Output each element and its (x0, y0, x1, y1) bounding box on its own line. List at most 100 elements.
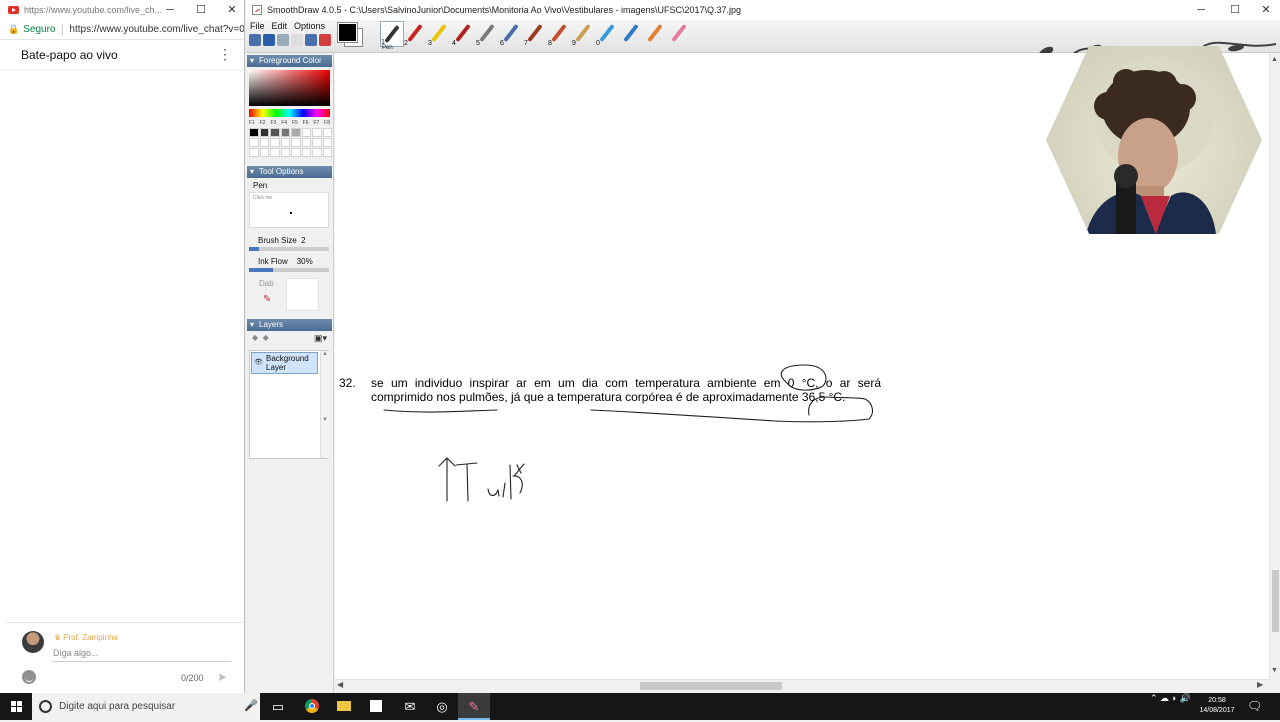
color-swatch[interactable] (270, 128, 280, 137)
layer-visibility-icon[interactable]: 👁 (254, 358, 263, 367)
color-swatch[interactable] (312, 148, 322, 157)
sd-maximize-button[interactable]: ☐ (1220, 0, 1250, 20)
clear-icon[interactable] (319, 34, 331, 46)
brush-tool-10[interactable]: 0 (596, 21, 620, 47)
color-swatch[interactable] (301, 148, 311, 157)
webcam-overlay (1046, 46, 1262, 234)
menu-edit[interactable]: Edit (272, 21, 288, 31)
file-explorer-icon[interactable] (328, 693, 360, 720)
color-swatch[interactable] (249, 138, 259, 147)
horizontal-scroll-thumb[interactable] (640, 682, 782, 690)
smoothdraw-taskbar-icon[interactable]: ✎ (458, 693, 490, 720)
color-swatch[interactable] (270, 138, 280, 147)
layer-item-background[interactable]: 👁 Background Layer (251, 352, 318, 374)
chrome-icon[interactable] (296, 693, 328, 720)
scroll-left-icon[interactable]: ◀ (337, 680, 343, 689)
brush-preview[interactable]: Click me (249, 192, 329, 228)
taskbar-search-box[interactable]: Digite aqui para pesquisar 🎤 (32, 693, 260, 720)
chat-minimize-button[interactable]: ─ (155, 0, 185, 20)
color-swatch[interactable] (291, 128, 301, 137)
menu-options[interactable]: Options (294, 21, 325, 31)
new-page-icon[interactable] (305, 34, 317, 46)
undo-icon[interactable] (263, 34, 275, 46)
brush-tool-3[interactable]: 3 (428, 21, 452, 47)
foreground-color-header[interactable]: Foreground Color (247, 55, 332, 67)
send-icon[interactable]: ➤ (217, 670, 227, 684)
color-swatch[interactable] (301, 138, 311, 147)
color-swatch[interactable] (280, 148, 290, 157)
color-swatch[interactable] (322, 138, 332, 147)
brush-tool-6[interactable]: 6 (500, 21, 524, 47)
sd-close-button[interactable]: ✕ (1251, 0, 1280, 20)
layers-header[interactable]: Layers (247, 319, 332, 331)
color-swatch[interactable] (280, 138, 290, 147)
chat-message-input[interactable]: Diga algo... (53, 648, 231, 662)
layer-up-icon[interactable]: ◆ (252, 333, 258, 342)
scroll-right-icon[interactable]: ▶ (1257, 680, 1263, 689)
color-swatch[interactable] (312, 138, 322, 147)
brush-tool-13[interactable] (668, 21, 692, 47)
layer-scrollbar[interactable]: ▲ ▼ (320, 351, 329, 458)
brush-palette: 12 3 4 5 6 7 8 9 0 (380, 21, 692, 47)
color-swatch[interactable] (249, 128, 259, 137)
brush-tool-9[interactable]: 9 (572, 21, 596, 47)
new-layer-icon[interactable]: ▣▾ (314, 333, 327, 344)
brush-tool-12[interactable] (644, 21, 668, 47)
color-swatch[interactable] (259, 138, 269, 147)
brush-tool-5[interactable]: 5 (476, 21, 500, 47)
vertical-scroll-thumb[interactable] (1272, 570, 1279, 632)
brush-tool-11[interactable] (620, 21, 644, 47)
foreground-color-swatch[interactable] (337, 22, 358, 43)
chat-close-button[interactable]: ✕ (217, 0, 247, 20)
dab-preview[interactable] (286, 278, 319, 311)
more-options-icon[interactable]: ⋮ (218, 47, 232, 61)
color-swatch[interactable] (301, 128, 311, 137)
brush-tool-7[interactable]: 7 (524, 21, 548, 47)
scroll-up-icon[interactable]: ▲ (1271, 56, 1278, 63)
recording-app-icon[interactable]: ◎ (426, 693, 458, 720)
brush-tool-2[interactable]: 2 (404, 21, 428, 47)
mail-icon[interactable]: ✉ (394, 693, 426, 720)
color-swatch[interactable] (322, 128, 332, 137)
brush-tool-1[interactable]: 1 (380, 21, 404, 47)
layer-down-icon[interactable]: ◆ (263, 333, 269, 342)
system-tray[interactable]: ⌃ ☁ ◗ 🔊 (1150, 693, 1191, 704)
scroll-down-icon[interactable]: ▼ (1271, 667, 1278, 674)
sd-minimize-button[interactable]: ─ (1186, 0, 1216, 20)
color-swatch[interactable] (249, 148, 259, 157)
brush-tool-8[interactable]: 8 (548, 21, 572, 47)
vertical-scrollbar[interactable]: ▲ ▼ (1269, 53, 1280, 679)
address-bar[interactable]: 🔒 Seguro https://www.youtube.com/live_ch… (0, 20, 244, 40)
hue-slider[interactable] (249, 109, 330, 117)
color-swatch[interactable] (322, 148, 332, 157)
ink-flow-slider[interactable] (249, 268, 329, 272)
color-swatch[interactable] (291, 148, 301, 157)
color-swatch[interactable] (259, 128, 269, 137)
color-swatch[interactable] (280, 128, 290, 137)
start-button[interactable] (0, 693, 32, 720)
brush-tool-4[interactable]: 4 (452, 21, 476, 47)
redo-icon[interactable] (277, 34, 289, 46)
save-icon[interactable] (249, 34, 261, 46)
microphone-icon[interactable]: 🎤 (244, 699, 258, 712)
tool-options-header[interactable]: Tool Options (247, 166, 332, 178)
store-icon[interactable] (360, 693, 392, 720)
brush-icon (431, 23, 447, 43)
notification-icon[interactable]: 🗨 (1247, 699, 1262, 713)
color-swatch[interactable] (291, 138, 301, 147)
brush-size-slider[interactable] (249, 247, 329, 251)
color-swatch[interactable] (270, 148, 280, 157)
chat-maximize-button[interactable]: ☐ (186, 0, 216, 20)
color-swatch[interactable] (312, 128, 322, 137)
color-picker-field[interactable] (249, 70, 330, 106)
ink-flow-label: Ink Flow 30% (258, 257, 313, 266)
task-view-icon[interactable]: ▭ (262, 693, 294, 720)
horizontal-scrollbar[interactable]: ◀ ▶ (335, 679, 1269, 691)
address-url[interactable]: https://www.youtube.com/live_chat?v=0... (69, 24, 244, 35)
clock[interactable]: 20:58 14/08/2017 (1197, 696, 1237, 716)
brush-number: 2 (404, 40, 408, 47)
emoji-icon[interactable] (22, 670, 36, 684)
preview-dot (290, 212, 292, 214)
menu-file[interactable]: File (250, 21, 265, 31)
color-swatch[interactable] (259, 148, 269, 157)
